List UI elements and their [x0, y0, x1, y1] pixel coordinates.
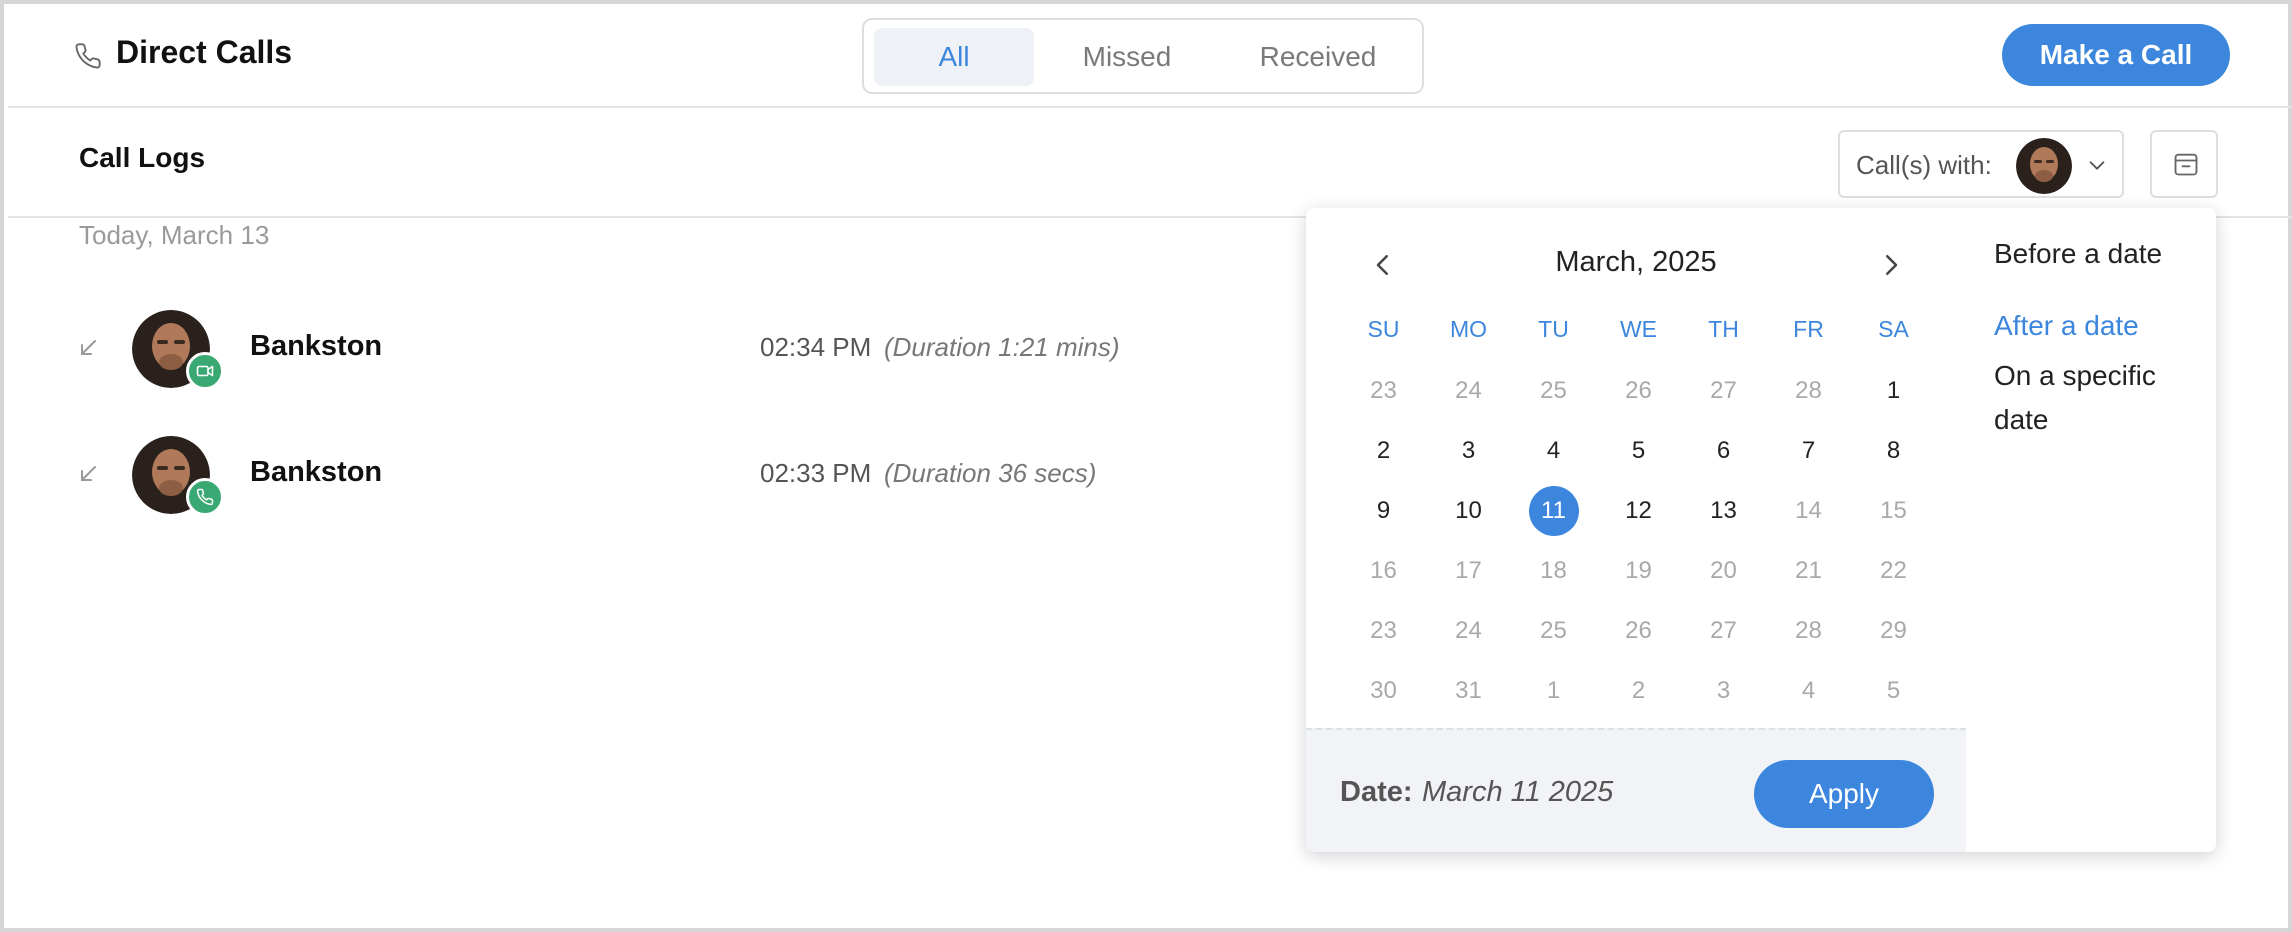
calendar-day[interactable]: 10 — [1444, 486, 1494, 536]
chevron-down-icon — [2089, 161, 2105, 170]
calendar-day[interactable]: 7 — [1784, 426, 1834, 476]
caller-name: Bankston — [250, 330, 383, 362]
caller-name: Bankston — [250, 456, 383, 488]
video-icon — [196, 365, 214, 377]
weekday-we: WE — [1619, 316, 1658, 342]
calendar-day: 20 — [1710, 557, 1737, 584]
make-call-button[interactable]: Make a Call — [2002, 24, 2230, 86]
month-label: March, 2025 — [1555, 246, 1717, 278]
weekday-su: SU — [1367, 316, 1400, 342]
phone-icon — [75, 43, 101, 69]
calendar-day[interactable]: 9 — [1359, 486, 1409, 536]
calendar-day: 24 — [1455, 617, 1482, 644]
calendar-day: 24 — [1455, 377, 1482, 404]
calendar-day[interactable]: 3 — [1444, 426, 1494, 476]
calendar-day[interactable]: 8 — [1869, 426, 1919, 476]
calendar-day: 27 — [1710, 377, 1737, 404]
caller-avatar — [132, 310, 224, 398]
date-label: Date: — [1340, 776, 1413, 808]
tab-all[interactable]: All — [874, 28, 1034, 86]
calendar-day: 28 — [1795, 377, 1822, 404]
calendar-day: 27 — [1710, 617, 1737, 644]
tab-received[interactable]: Received — [1220, 28, 1416, 86]
calendar-day: 22 — [1880, 557, 1907, 584]
calendar-day[interactable]: 12 — [1614, 486, 1664, 536]
picker-footer: Date: March 11 2025 Apply — [1306, 728, 1966, 852]
contact-avatar — [2016, 138, 2072, 194]
date-group-label: Today, March 13 — [79, 220, 270, 250]
calendar-day: 19 — [1625, 557, 1652, 584]
call-logs-toolbar: Call Logs Call(s) with: — [8, 110, 2292, 218]
calendar-day[interactable]: 5 — [1614, 426, 1664, 476]
calendar-day: 16 — [1370, 557, 1397, 584]
calendar-day: 25 — [1540, 377, 1567, 404]
weekday-fr: FR — [1793, 316, 1824, 342]
calendar-day: 17 — [1455, 557, 1482, 584]
calendar-day: 15 — [1880, 497, 1907, 524]
calendar-day: 5 — [1886, 677, 1901, 704]
calendar-filter-button[interactable] — [2150, 130, 2218, 198]
calendar-day: 29 — [1880, 617, 1907, 644]
weekday-th: TH — [1708, 316, 1739, 342]
calendar-day[interactable]: 4 — [1529, 426, 1579, 476]
date-filter-options: Before a date After a date On a specific… — [1994, 208, 2216, 852]
calendar-day: 28 — [1795, 617, 1822, 644]
incoming-arrow-icon — [81, 466, 96, 481]
page-title: Direct Calls — [116, 34, 293, 70]
section-title: Call Logs — [79, 142, 206, 173]
calls-with-label: Call(s) with: — [1856, 150, 1992, 180]
calendar-day: 23 — [1370, 377, 1397, 404]
weekday-header: SU MO TU WE TH FR SA — [1341, 316, 1937, 350]
calendar-day[interactable]: 11 — [1528, 486, 1579, 536]
calendar-day: 26 — [1625, 617, 1652, 644]
calendar-day: 21 — [1795, 557, 1822, 584]
call-filter-tabs: All Missed Received — [862, 18, 1424, 94]
calendar-day: 14 — [1795, 497, 1822, 524]
incoming-arrow-icon — [81, 340, 96, 355]
app-window: Direct Calls All Missed Received Make a … — [0, 0, 2292, 932]
apply-button[interactable]: Apply — [1754, 760, 1934, 828]
day-grid: 23 24 25 26 27 28 1 2 3 4 5 6 7 8 9 10 11 12 13 14 15 16 17 18 1… — [1341, 366, 1937, 726]
call-type-badge — [186, 352, 224, 390]
option-specific-date[interactable]: On a specific date — [1994, 354, 2194, 442]
chevron-right-icon[interactable] — [1876, 250, 1906, 280]
page-header: Direct Calls All Missed Received Make a … — [8, 8, 2292, 108]
weekday-mo: MO — [1449, 316, 1488, 342]
call-type-badge — [186, 478, 224, 516]
option-after-date[interactable]: After a date — [1994, 304, 2139, 348]
selected-date-value: March 11 2025 — [1422, 776, 1614, 808]
calendar-day: 23 — [1370, 617, 1397, 644]
calendar-day: 31 — [1455, 677, 1482, 704]
caller-avatar — [132, 436, 224, 524]
calendar-day[interactable]: 13 — [1699, 486, 1749, 536]
weekday-tu: TU — [1538, 316, 1569, 342]
calls-with-dropdown[interactable]: Call(s) with: — [1838, 130, 2124, 198]
calendar-day: 4 — [1801, 677, 1816, 704]
call-log-row[interactable]: Bankston 02:33 PM (Duration 36 secs) — [8, 424, 1298, 524]
calendar-day: 1 — [1546, 677, 1561, 704]
call-duration: (Duration 1:21 mins) — [884, 332, 1120, 362]
calendar: March, 2025 SU MO TU WE TH FR SA 23 24 25 26 27 28 1… — [1306, 208, 1966, 852]
call-time: 02:34 PM — [760, 332, 872, 362]
calendar-day[interactable]: 6 — [1699, 426, 1749, 476]
calendar-icon — [2174, 153, 2198, 176]
calendar-day: 2 — [1631, 677, 1646, 704]
calendar-day: 25 — [1540, 617, 1567, 644]
calendar-day: 30 — [1370, 677, 1397, 704]
calendar-day: 18 — [1540, 557, 1567, 584]
calendar-day[interactable]: 2 — [1359, 426, 1409, 476]
calendar-day: 26 — [1625, 377, 1652, 404]
calendar-day: 3 — [1716, 677, 1731, 704]
call-time: 02:33 PM — [760, 458, 872, 488]
date-picker-popup: March, 2025 SU MO TU WE TH FR SA 23 24 25 26 27 28 1… — [1306, 208, 2216, 852]
call-log-row[interactable]: Bankston 02:34 PM (Duration 1:21 mins) — [8, 298, 1298, 398]
weekday-sa: SA — [1878, 316, 1909, 342]
phone-icon — [196, 488, 214, 506]
tab-missed[interactable]: Missed — [1040, 28, 1214, 86]
calendar-day[interactable]: 1 — [1869, 366, 1919, 416]
option-before-date[interactable]: Before a date — [1994, 232, 2162, 276]
call-duration: (Duration 36 secs) — [884, 458, 1097, 488]
